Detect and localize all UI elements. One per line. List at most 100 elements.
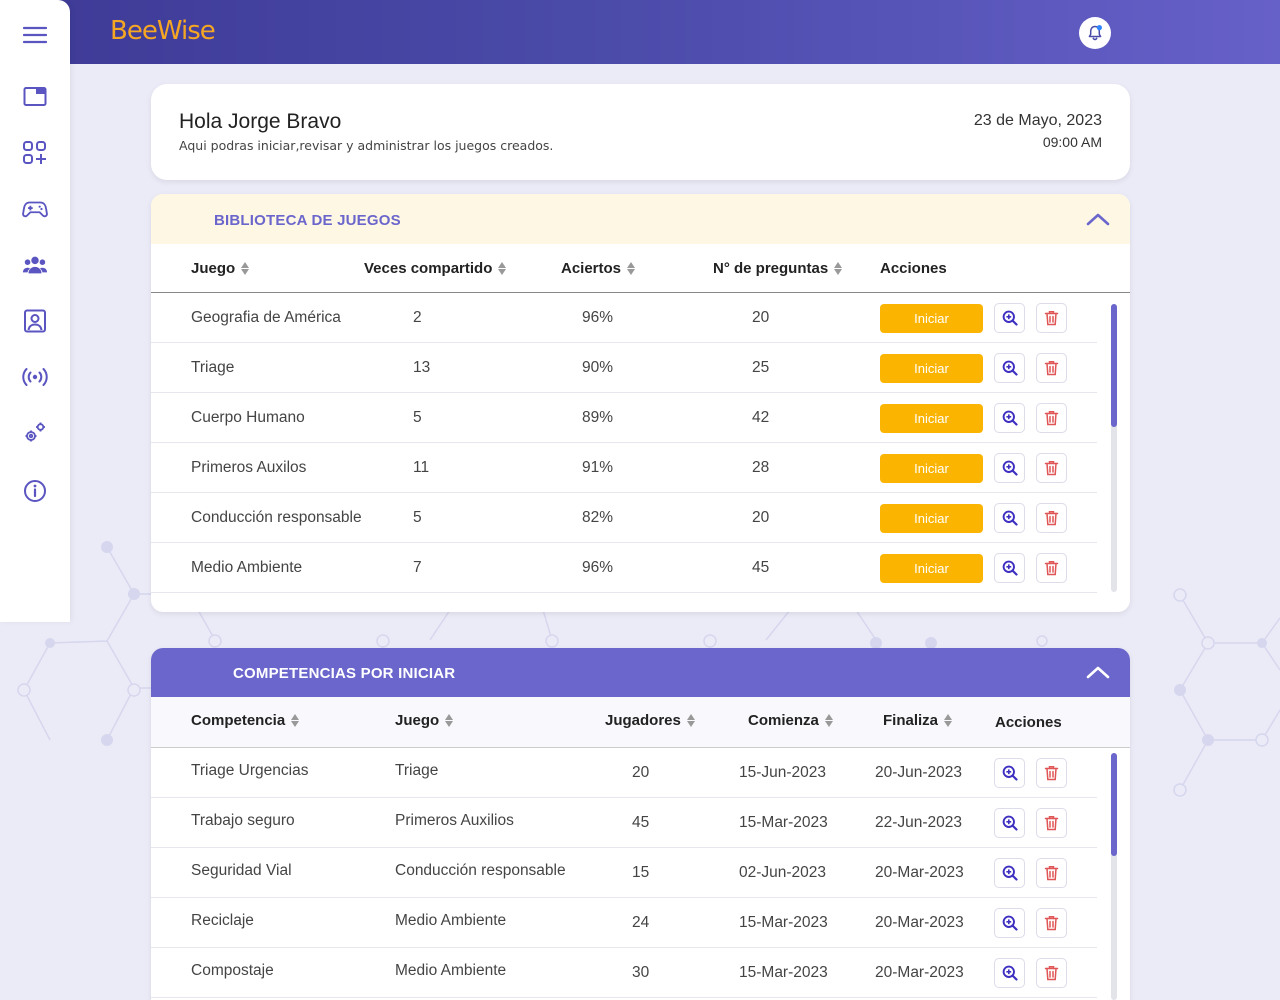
col-header-game[interactable]: Juego bbox=[191, 260, 250, 277]
view-competition-button[interactable] bbox=[994, 808, 1025, 838]
sort-icon[interactable] bbox=[834, 262, 843, 275]
view-game-button[interactable] bbox=[994, 453, 1025, 483]
sidebar-item-create[interactable] bbox=[22, 140, 48, 166]
trash-icon bbox=[1044, 966, 1059, 981]
table-row: Seguridad Vial Conducción responsable 15 02… bbox=[151, 848, 1097, 898]
col-header-hits[interactable]: Aciertos bbox=[561, 260, 636, 277]
table-row: Conducción responsable 5 82% 20 Iniciar bbox=[151, 493, 1097, 543]
sort-icon[interactable] bbox=[686, 714, 695, 727]
sort-icon[interactable] bbox=[944, 714, 953, 727]
col-header-game[interactable]: Juego bbox=[395, 712, 454, 729]
library-scrollbar-thumb[interactable] bbox=[1111, 304, 1117, 427]
current-date: 23 de Mayo, 2023 bbox=[973, 112, 1102, 129]
shared-count-cell: 7 bbox=[413, 559, 422, 576]
start-game-button[interactable]: Iniciar bbox=[880, 454, 983, 483]
game-library-header[interactable]: BIBLIOTECA DE JUEGOS bbox=[151, 194, 1130, 244]
competition-name-cell: Trabajo seguro bbox=[191, 812, 295, 829]
view-game-button[interactable] bbox=[994, 503, 1025, 533]
col-header-start[interactable]: Comienza bbox=[748, 712, 833, 729]
window-icon bbox=[23, 87, 47, 106]
chevron-up-icon[interactable] bbox=[1086, 663, 1110, 681]
top-header: BeeWise bbox=[0, 0, 1280, 64]
col-header-label: Juego bbox=[191, 260, 236, 277]
view-competition-button[interactable] bbox=[994, 958, 1025, 988]
sidebar-item-info[interactable] bbox=[22, 478, 48, 504]
start-game-button[interactable]: Iniciar bbox=[880, 304, 983, 333]
delete-competition-button[interactable] bbox=[1036, 858, 1067, 888]
library-scrollbar[interactable] bbox=[1111, 304, 1117, 592]
sort-icon[interactable] bbox=[498, 262, 507, 275]
shared-count-cell: 13 bbox=[413, 359, 431, 376]
view-competition-button[interactable] bbox=[994, 758, 1025, 788]
delete-competition-button[interactable] bbox=[1036, 758, 1067, 788]
col-header-players[interactable]: Jugadores bbox=[605, 712, 695, 729]
sort-icon[interactable] bbox=[241, 262, 250, 275]
game-name-cell: Medio Ambiente bbox=[191, 559, 303, 576]
col-header-label: Acciones bbox=[995, 714, 1062, 731]
trash-icon bbox=[1044, 916, 1059, 931]
sort-icon[interactable] bbox=[824, 714, 833, 727]
questions-cell: 20 bbox=[752, 309, 770, 326]
chevron-up-icon[interactable] bbox=[1086, 210, 1110, 228]
delete-game-button[interactable] bbox=[1036, 503, 1067, 533]
competitions-scrollbar-thumb[interactable] bbox=[1111, 753, 1117, 856]
table-row: Medio Ambiente 7 96% 45 Iniciar bbox=[151, 543, 1097, 593]
competitions-header[interactable]: COMPETENCIAS POR INICIAR bbox=[151, 648, 1130, 697]
trash-icon bbox=[1044, 866, 1059, 881]
menu-button[interactable] bbox=[22, 22, 48, 48]
broadcast-icon bbox=[22, 368, 48, 386]
sort-icon[interactable] bbox=[445, 714, 454, 727]
players-cell: 45 bbox=[632, 814, 650, 831]
col-header-actions: Acciones bbox=[880, 260, 947, 277]
view-game-button[interactable] bbox=[994, 353, 1025, 383]
sort-icon[interactable] bbox=[627, 262, 636, 275]
delete-competition-button[interactable] bbox=[1036, 908, 1067, 938]
trash-icon bbox=[1044, 511, 1059, 526]
sidebar-item-settings[interactable] bbox=[22, 420, 48, 446]
zoom-in-icon bbox=[1002, 560, 1018, 576]
sidebar-item-games[interactable] bbox=[22, 196, 48, 222]
start-game-button[interactable]: Iniciar bbox=[880, 554, 983, 583]
delete-game-button[interactable] bbox=[1036, 403, 1067, 433]
notifications-button[interactable] bbox=[1079, 17, 1111, 49]
sort-icon[interactable] bbox=[291, 714, 300, 727]
view-competition-button[interactable] bbox=[994, 858, 1025, 888]
shared-count-cell: 2 bbox=[413, 309, 422, 326]
questions-cell: 45 bbox=[752, 559, 770, 576]
delete-competition-button[interactable] bbox=[1036, 958, 1067, 988]
delete-game-button[interactable] bbox=[1036, 353, 1067, 383]
view-competition-button[interactable] bbox=[994, 908, 1025, 938]
sidebar-item-dashboard[interactable] bbox=[22, 84, 48, 110]
start-game-button[interactable]: Iniciar bbox=[880, 354, 983, 383]
competitions-scrollbar[interactable] bbox=[1111, 753, 1117, 1000]
col-header-end[interactable]: Finaliza bbox=[883, 712, 953, 729]
sidebar-item-live[interactable] bbox=[22, 364, 48, 390]
brand-logo[interactable]: BeeWise bbox=[110, 16, 216, 46]
sidebar-item-contacts[interactable] bbox=[22, 308, 48, 334]
view-game-button[interactable] bbox=[994, 553, 1025, 583]
view-game-button[interactable] bbox=[994, 403, 1025, 433]
trash-icon bbox=[1044, 411, 1059, 426]
delete-game-button[interactable] bbox=[1036, 453, 1067, 483]
table-row: Cuerpo Humano 5 89% 42 Iniciar bbox=[151, 393, 1097, 443]
col-header-questions[interactable]: N° de preguntas bbox=[713, 260, 843, 277]
delete-game-button[interactable] bbox=[1036, 303, 1067, 333]
col-header-label: Juego bbox=[395, 712, 440, 729]
table-row: Geografia de América 2 96% 20 Iniciar bbox=[151, 293, 1097, 343]
delete-game-button[interactable] bbox=[1036, 553, 1067, 583]
start-game-button[interactable]: Iniciar bbox=[880, 504, 983, 533]
competition-name-cell: Reciclaje bbox=[191, 912, 254, 929]
competition-game-cell: Medio Ambiente bbox=[395, 962, 507, 979]
sidebar-item-groups[interactable] bbox=[22, 252, 48, 278]
col-header-label: Competencia bbox=[191, 712, 286, 729]
col-header-shared[interactable]: Veces compartido bbox=[364, 260, 507, 277]
competition-game-cell: Medio Ambiente bbox=[395, 912, 507, 929]
end-date-cell: 20-Mar-2023 bbox=[875, 964, 964, 981]
greeting-title: Hola Jorge Bravo bbox=[179, 110, 342, 133]
col-header-label: N° de preguntas bbox=[713, 260, 829, 277]
col-header-label: Acciones bbox=[880, 260, 947, 277]
view-game-button[interactable] bbox=[994, 303, 1025, 333]
col-header-competition[interactable]: Competencia bbox=[191, 712, 300, 729]
start-game-button[interactable]: Iniciar bbox=[880, 404, 983, 433]
delete-competition-button[interactable] bbox=[1036, 808, 1067, 838]
